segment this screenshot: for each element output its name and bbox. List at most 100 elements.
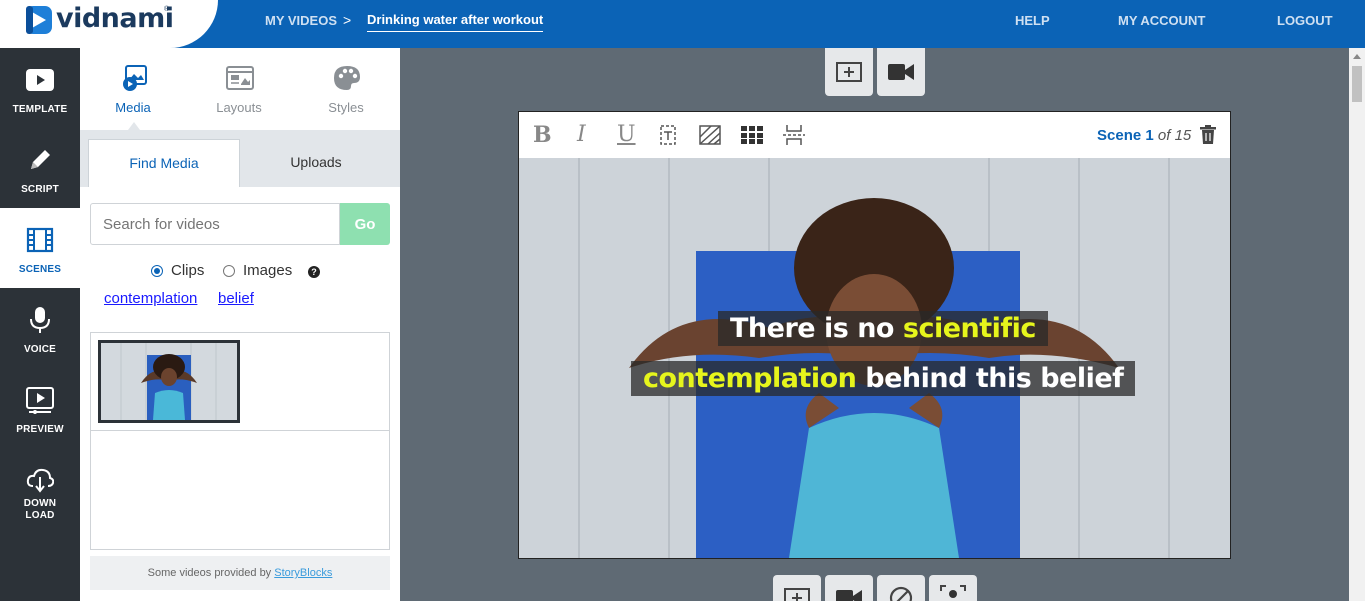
media-results — [90, 332, 390, 550]
rail-label: SCENES — [18, 264, 62, 275]
scroll-up-arrow[interactable] — [1353, 54, 1361, 59]
scene-total: of 15 — [1157, 127, 1192, 144]
bold-button[interactable]: B — [533, 122, 552, 148]
italic-button[interactable]: I — [577, 122, 586, 148]
panel-tabs: Media Layouts Styles — [80, 48, 400, 130]
breadcrumb-my-videos[interactable]: MY VIDEOS — [265, 13, 337, 28]
media-icon — [123, 65, 147, 91]
focus-person-icon — [940, 585, 966, 598]
rail-item-scenes[interactable]: SCENES — [0, 208, 80, 288]
thumbnail-image — [101, 343, 237, 420]
palette-icon — [334, 66, 360, 90]
rail-label-line1: DOWN — [23, 498, 57, 509]
preview-icon — [26, 387, 54, 414]
results-divider — [91, 430, 389, 431]
side-rail: TEMPLATE SCRIPT SCENES VOICE PREVIEW DOW… — [0, 48, 80, 601]
rail-item-template[interactable]: TEMPLATE — [0, 48, 80, 128]
registered-mark: ® — [164, 6, 170, 13]
images-label: Images — [243, 262, 293, 279]
rail-item-script[interactable]: SCRIPT — [0, 128, 80, 208]
cloud-download-icon — [26, 468, 54, 493]
vidnami-logo-icon — [26, 6, 52, 34]
rail-item-voice[interactable]: VOICE — [0, 288, 80, 368]
page-scrollbar[interactable] — [1349, 48, 1365, 601]
rail-label: TEMPLATE — [12, 104, 68, 115]
rail-item-preview[interactable]: PREVIEW — [0, 368, 80, 448]
subtab-uploads[interactable]: Uploads — [240, 139, 392, 187]
caption-text: behind this belief — [856, 363, 1124, 394]
rail-label: SCRIPT — [21, 184, 59, 195]
logout-link[interactable]: LOGOUT — [1277, 13, 1333, 28]
add-scene-below-button[interactable] — [773, 575, 821, 601]
caption-line-2[interactable]: contemplation behind this belief — [631, 361, 1136, 396]
scene-editor: B I U Scene 1 of 15 There is no scientif… — [400, 48, 1349, 601]
rail-label: VOICE — [23, 344, 57, 355]
tab-label: Media — [115, 100, 151, 115]
scene-video-image — [519, 158, 1230, 558]
tab-layouts[interactable]: Layouts — [186, 48, 292, 130]
clips-radio[interactable] — [151, 265, 163, 277]
add-box-icon — [784, 588, 810, 601]
breadcrumb-separator: > — [343, 12, 352, 28]
scene-card: B I U Scene 1 of 15 There is no scientif… — [518, 111, 1231, 559]
storyblocks-link[interactable]: StoryBlocks — [274, 567, 332, 579]
caption-text: There is no — [730, 313, 903, 344]
media-thumbnail[interactable] — [98, 340, 240, 423]
grid-icon[interactable] — [741, 126, 763, 144]
caption-line-1[interactable]: There is no scientific — [718, 311, 1048, 346]
keyword-link[interactable]: contemplation — [104, 290, 197, 307]
media-panel: Media Layouts Styles Find Media Uploads … — [80, 48, 400, 601]
clips-label: Clips — [171, 262, 205, 279]
disable-scene-button[interactable] — [877, 575, 925, 601]
go-button[interactable]: Go — [340, 203, 390, 245]
scene-label: Scene — [1097, 127, 1142, 144]
credit-text: Some videos provided by — [147, 567, 275, 579]
scene-counter: Scene 1 of 15 — [1097, 127, 1191, 144]
tab-label: Styles — [328, 100, 364, 115]
pencil-icon — [31, 150, 50, 169]
text-box-icon[interactable] — [660, 125, 676, 145]
add-video-above-button[interactable] — [877, 48, 925, 96]
background-pattern-icon[interactable] — [699, 125, 721, 145]
search-input[interactable] — [90, 203, 340, 245]
ban-icon — [889, 586, 913, 601]
microphone-icon — [30, 307, 50, 333]
video-camera-icon — [888, 64, 914, 80]
rail-label-line2: LOAD — [25, 510, 55, 521]
scene-video[interactable]: There is no scientific contemplation beh… — [519, 158, 1230, 558]
top-bar: vidnami ® MY VIDEOS > Drinking water aft… — [0, 0, 1365, 48]
caption-highlight: contemplation — [643, 363, 857, 394]
rail-label: PREVIEW — [16, 424, 64, 435]
storyblocks-credit: Some videos provided by StoryBlocks — [90, 556, 390, 590]
play-box-icon — [26, 69, 54, 91]
active-tab-indicator — [128, 122, 140, 130]
subtab-find-media[interactable]: Find Media — [88, 139, 240, 187]
tab-styles[interactable]: Styles — [293, 48, 399, 130]
logo-area[interactable]: vidnami ® — [0, 0, 218, 48]
brand-name: vidnami — [56, 3, 174, 34]
project-title[interactable]: Drinking water after workout — [367, 12, 544, 32]
help-link[interactable]: HELP — [1015, 13, 1050, 28]
trash-icon[interactable] — [1200, 125, 1216, 144]
caption-highlight: scientific — [902, 313, 1037, 344]
add-video-below-button[interactable] — [825, 575, 873, 601]
layouts-icon — [226, 66, 254, 90]
split-scene-icon[interactable] — [783, 124, 805, 146]
underline-button[interactable]: U — [617, 122, 636, 148]
add-box-icon — [836, 62, 862, 82]
scene-number: 1 — [1145, 127, 1154, 144]
rail-item-download[interactable]: DOWN LOAD — [0, 448, 80, 528]
scroll-thumb[interactable] — [1352, 66, 1362, 102]
my-account-link[interactable]: MY ACCOUNT — [1118, 13, 1205, 28]
scene-toolbar: B I U Scene 1 of 15 — [519, 112, 1230, 158]
tab-label: Layouts — [216, 100, 262, 115]
video-camera-icon — [836, 590, 862, 601]
film-icon — [26, 227, 54, 253]
images-radio[interactable] — [223, 265, 235, 277]
tab-media[interactable]: Media — [80, 48, 186, 130]
rail-label: DOWN LOAD — [0, 498, 80, 522]
add-scene-above-button[interactable] — [825, 48, 873, 96]
keyword-link[interactable]: belief — [218, 290, 254, 307]
focus-scene-button[interactable] — [929, 575, 977, 601]
help-icon[interactable]: ? — [308, 266, 320, 278]
